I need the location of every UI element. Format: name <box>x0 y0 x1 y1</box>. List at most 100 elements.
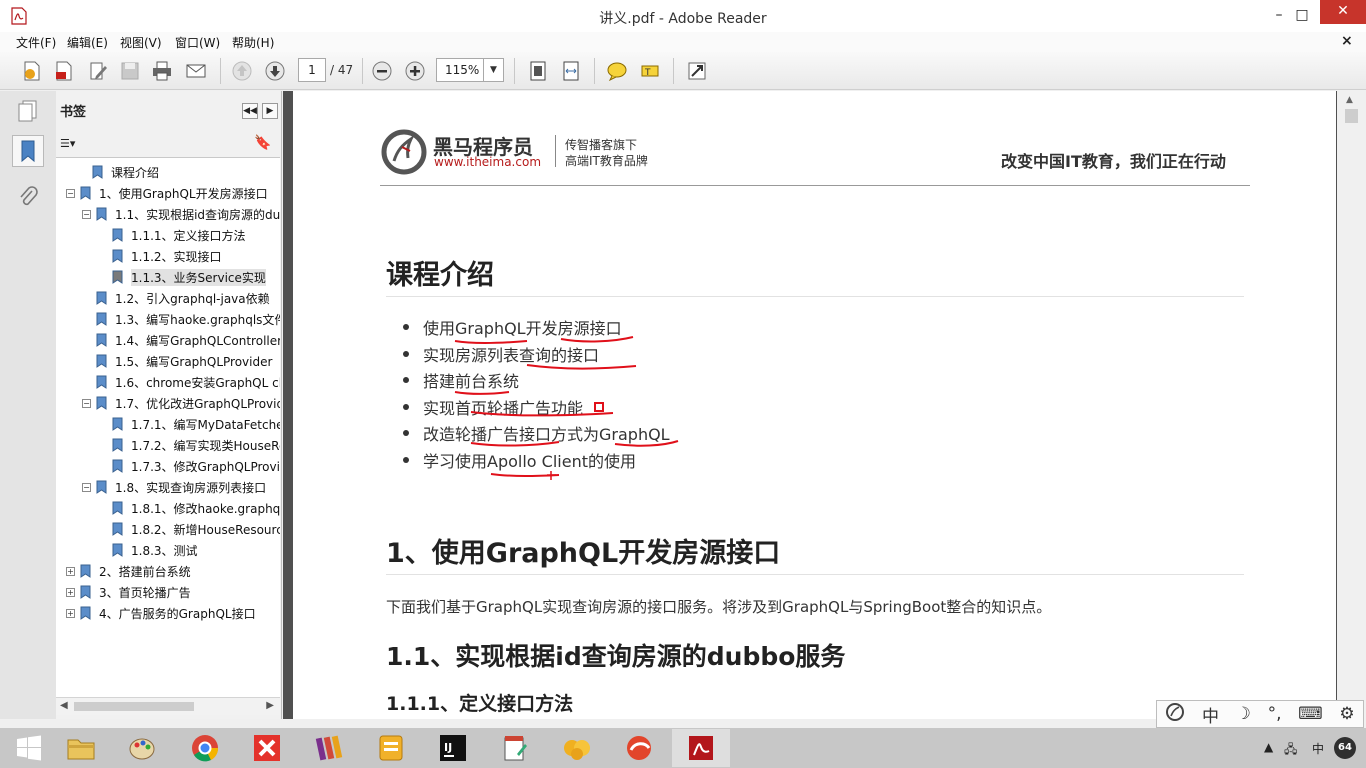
bookmark-tree: 课程介绍 −1、使用GraphQL开发房源接口 −1.1、实现根据id查询房源的du… <box>56 157 280 697</box>
pdf-convert-icon[interactable] <box>52 59 76 83</box>
scrollbar-thumb[interactable] <box>1345 109 1358 123</box>
ime-logo-icon[interactable] <box>1165 702 1185 727</box>
collapse-toggle-icon[interactable]: − <box>82 482 91 492</box>
full-screen-icon[interactable] <box>685 59 709 83</box>
page-thumbnails-icon[interactable] <box>12 95 44 127</box>
create-icon[interactable] <box>20 59 44 83</box>
network-icon[interactable]: 🖧 <box>1284 740 1297 761</box>
ime-chinese-mode[interactable]: 中 <box>1202 702 1219 727</box>
adobe-reader-taskbar-icon[interactable] <box>672 729 730 767</box>
paint-icon[interactable] <box>114 729 172 767</box>
winrar-icon[interactable] <box>300 729 358 767</box>
collapse-toggle-icon[interactable]: − <box>66 188 75 198</box>
find-bookmark-icon[interactable]: 🔖 <box>254 135 271 151</box>
bookmark-label: 1.1、实现根据id查询房源的dubbo服务 <box>115 207 280 222</box>
fit-width-icon[interactable] <box>559 59 583 83</box>
horizontal-scrollbar[interactable]: ◀ ▶ <box>56 697 280 715</box>
bookmark-item[interactable]: 1.1.1、定义接口方法 <box>98 225 246 245</box>
bookmark-item[interactable]: − 1.7、优化改进GraphQLProvider <box>82 393 280 413</box>
vertical-scrollbar[interactable]: ▲ <box>1337 91 1366 719</box>
zoom-select[interactable]: 115% ▼ <box>436 58 504 82</box>
browser-icon[interactable] <box>610 729 668 767</box>
bookmark-item[interactable]: +2、搭建前台系统 <box>66 561 191 581</box>
punctuation-icon[interactable]: °, <box>1268 704 1282 724</box>
collapse-toggle-icon[interactable]: − <box>82 398 91 408</box>
bookmark-item[interactable]: 1.8.2、新增HouseResources <box>98 519 280 539</box>
zoom-in-icon[interactable] <box>403 59 427 83</box>
edit-document-icon[interactable] <box>86 59 110 83</box>
bookmark-item[interactable]: 课程介绍 <box>78 162 159 182</box>
menu-help[interactable]: 帮助(H) <box>232 34 274 51</box>
xmind-icon[interactable] <box>238 729 296 767</box>
tray-badge[interactable]: 64 <box>1334 737 1356 759</box>
menu-edit[interactable]: 编辑(E) <box>67 34 108 51</box>
bookmark-item[interactable]: 1.5、编写GraphQLProvider <box>82 351 272 371</box>
document-close-button[interactable]: × <box>1341 33 1353 49</box>
bookmark-icon <box>112 459 123 473</box>
menu-file[interactable]: 文件(F) <box>16 34 56 51</box>
zoom-out-icon[interactable] <box>370 59 394 83</box>
bookmarks-icon[interactable] <box>12 135 44 167</box>
highlight-icon[interactable]: T <box>638 59 662 83</box>
expand-panel-icon[interactable]: ▶ <box>262 103 278 119</box>
bookmark-item[interactable]: 1.6、chrome安装GraphQL client <box>82 372 280 392</box>
bookmark-item[interactable]: − 1、使用GraphQL开发房源接口 <box>66 183 268 203</box>
expand-toggle-icon[interactable]: + <box>66 587 75 597</box>
bookmark-item[interactable]: 1.1.3、业务Service实现 <box>98 267 266 287</box>
comment-icon[interactable] <box>605 59 629 83</box>
input-language[interactable]: 中 <box>1312 740 1324 757</box>
sublime-editor-icon[interactable] <box>362 729 420 767</box>
bookmark-item[interactable]: − 1.1、实现根据id查询房源的dubbo服务 <box>82 204 280 224</box>
scroll-left-icon[interactable]: ◀ <box>60 700 68 711</box>
bookmark-item[interactable]: 1.7.2、编写实现类HouseResources <box>98 435 280 455</box>
bookmark-item[interactable]: 1.8.3、测试 <box>98 540 198 560</box>
bookmark-item[interactable]: 1.4、编写GraphQLController <box>82 330 280 350</box>
attachments-icon[interactable] <box>12 181 44 213</box>
fit-page-icon[interactable] <box>526 59 550 83</box>
page-number-input[interactable]: 1 <box>298 58 326 82</box>
print-icon[interactable] <box>150 59 174 83</box>
bookmark-item[interactable]: 1.3、编写haoke.graphqls文件 <box>82 309 280 329</box>
collapse-panel-icon[interactable]: ◀◀ <box>242 103 258 119</box>
notepad-icon[interactable] <box>486 729 544 767</box>
close-button[interactable]: ✕ <box>1320 0 1366 24</box>
chrome-icon[interactable] <box>176 729 234 767</box>
expand-toggle-icon[interactable]: + <box>66 608 75 618</box>
bookmark-item[interactable]: 1.2、引入graphql-java依赖 <box>82 288 270 308</box>
toolbar: T 工具 签名 注释 <box>0 52 1366 136</box>
heading-rule <box>386 574 1244 575</box>
bookmark-label: 1.8.3、测试 <box>131 543 198 558</box>
chevron-down-icon[interactable]: ▼ <box>483 59 503 81</box>
bookmark-item[interactable]: 1.7.3、修改GraphQLProvider <box>98 456 280 476</box>
file-explorer-icon[interactable] <box>52 729 110 767</box>
gear-icon[interactable]: ⚙ <box>1339 704 1354 724</box>
windows-start-icon[interactable] <box>0 729 58 767</box>
expand-toggle-icon[interactable]: + <box>66 566 75 576</box>
bookmark-icon <box>112 417 123 431</box>
qq-icon[interactable] <box>548 729 606 767</box>
maximize-button[interactable]: □ <box>1285 4 1319 28</box>
bookmark-item[interactable]: − 1.8、实现查询房源列表接口 <box>82 477 266 497</box>
scrollbar-thumb[interactable] <box>74 702 194 711</box>
previous-page-icon[interactable] <box>230 59 254 83</box>
bookmark-item[interactable]: 1.1.2、实现接口 <box>98 246 222 266</box>
bookmark-item[interactable]: 1.8.1、修改haoke.graphqls文件 <box>98 498 280 518</box>
show-hidden-icons[interactable]: ▲ <box>1264 740 1273 754</box>
intellij-icon[interactable]: IJ <box>424 729 482 767</box>
menu-window[interactable]: 窗口(W) <box>175 34 220 51</box>
moon-icon[interactable]: ☽ <box>1236 704 1251 724</box>
bookmark-item[interactable]: +4、广告服务的GraphQL接口 <box>66 603 256 623</box>
bookmark-options-icon[interactable]: ☰▾ <box>60 137 75 150</box>
scroll-up-icon[interactable]: ▲ <box>1346 95 1353 105</box>
bookmark-icon <box>96 375 107 389</box>
next-page-icon[interactable] <box>263 59 287 83</box>
bookmark-item[interactable]: +3、首页轮播广告 <box>66 582 191 602</box>
bookmark-item[interactable]: 1.7.1、编写MyDataFetcher接口 <box>98 414 280 434</box>
save-icon[interactable] <box>118 59 142 83</box>
menu-view[interactable]: 视图(V) <box>120 34 162 51</box>
keyboard-icon[interactable]: ⌨ <box>1298 704 1323 724</box>
bookmark-icon <box>112 270 123 284</box>
scroll-right-icon[interactable]: ▶ <box>266 700 274 711</box>
collapse-toggle-icon[interactable]: − <box>82 209 91 219</box>
email-icon[interactable] <box>184 59 208 83</box>
